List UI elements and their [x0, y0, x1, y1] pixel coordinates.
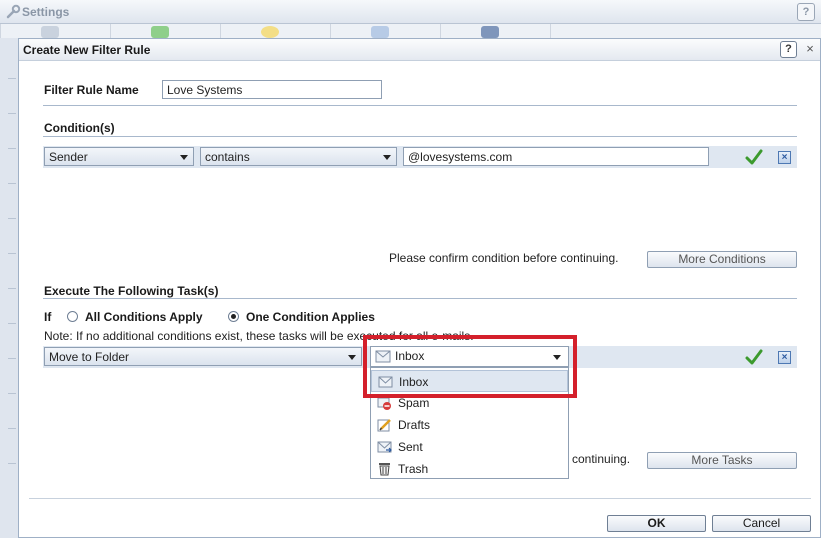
ok-button[interactable]: OK [607, 515, 706, 532]
folder-option-drafts[interactable]: Drafts [371, 414, 568, 436]
settings-tab-strip [0, 24, 821, 38]
settings-tab-mail[interactable] [0, 24, 110, 38]
footer-divider [29, 498, 811, 499]
more-conditions-button[interactable]: More Conditions [647, 251, 797, 268]
create-filter-rule-dialog: Create New Filter Rule ? × Filter Rule N… [18, 38, 821, 538]
wrench-icon [6, 4, 21, 19]
conditions-heading: Condition(s) [44, 121, 115, 135]
close-icon[interactable]: × [803, 42, 817, 56]
condition-operator-value: contains [205, 150, 250, 164]
dialog-titlebar: Create New Filter Rule ? × [19, 39, 820, 61]
condition-value-input[interactable]: @lovesystems.com [403, 147, 709, 166]
chevron-down-icon [383, 155, 391, 160]
dialog-title: Create New Filter Rule [23, 43, 151, 57]
confirm-condition-note: Please confirm condition before continui… [389, 251, 619, 265]
settings-tab-tasks[interactable] [330, 24, 440, 38]
folder-option-label: Sent [398, 440, 423, 454]
remove-condition-icon[interactable]: × [778, 151, 791, 164]
filter-rule-name-label: Filter Rule Name [44, 83, 139, 97]
settings-tab-options[interactable] [440, 24, 550, 38]
confirm-check-icon[interactable] [745, 149, 763, 165]
divider [43, 136, 797, 137]
task-action-select[interactable]: Move to Folder [44, 347, 362, 366]
condition-field-value: Sender [49, 150, 88, 164]
confirm-task-note: continuing. [572, 452, 631, 466]
settings-left-rail [0, 38, 18, 538]
one-condition-radio[interactable] [228, 311, 239, 322]
highlight-box [363, 335, 577, 398]
folder-option-label: Trash [398, 462, 429, 476]
remove-task-icon[interactable]: × [778, 351, 791, 364]
filter-rule-name-input[interactable]: Love Systems [162, 80, 382, 99]
folder-option-trash[interactable]: Trash [371, 458, 568, 480]
cancel-button[interactable]: Cancel [712, 515, 811, 532]
settings-tab-contacts[interactable] [110, 24, 220, 38]
task-action-value: Move to Folder [49, 350, 130, 364]
spam-icon [377, 397, 391, 410]
tasks-heading: Execute The Following Task(s) [44, 284, 219, 298]
condition-operator-select[interactable]: contains [200, 147, 397, 166]
settings-titlebar: Settings ? [0, 0, 821, 24]
drafts-icon [377, 419, 391, 432]
divider [43, 105, 797, 106]
folder-option-sent[interactable]: Sent [371, 436, 568, 458]
trash-icon [379, 463, 390, 476]
folder-option-label: Drafts [398, 418, 431, 432]
tasks-icon [371, 26, 389, 38]
settings-title: Settings [22, 5, 70, 19]
settings-help-button[interactable]: ? [797, 3, 815, 21]
divider [43, 298, 797, 299]
all-conditions-radio[interactable] [67, 311, 78, 322]
chevron-down-icon [180, 155, 188, 160]
sent-icon [377, 441, 392, 453]
options-icon [481, 26, 499, 38]
calendar-icon [261, 26, 279, 38]
mail-icon [41, 26, 59, 38]
confirm-check-icon[interactable] [745, 349, 763, 365]
if-label: If [44, 310, 52, 324]
condition-field-select[interactable]: Sender [44, 147, 194, 166]
settings-tab-empty [550, 24, 821, 38]
chevron-down-icon [348, 355, 356, 360]
more-tasks-button[interactable]: More Tasks [647, 452, 797, 469]
all-conditions-label[interactable]: All Conditions Apply [85, 310, 203, 324]
settings-tab-calendar[interactable] [220, 24, 330, 38]
one-condition-label[interactable]: One Condition Applies [246, 310, 375, 324]
help-button[interactable]: ? [780, 41, 797, 58]
contacts-icon [151, 26, 169, 38]
folder-option-label: Spam [398, 396, 430, 410]
